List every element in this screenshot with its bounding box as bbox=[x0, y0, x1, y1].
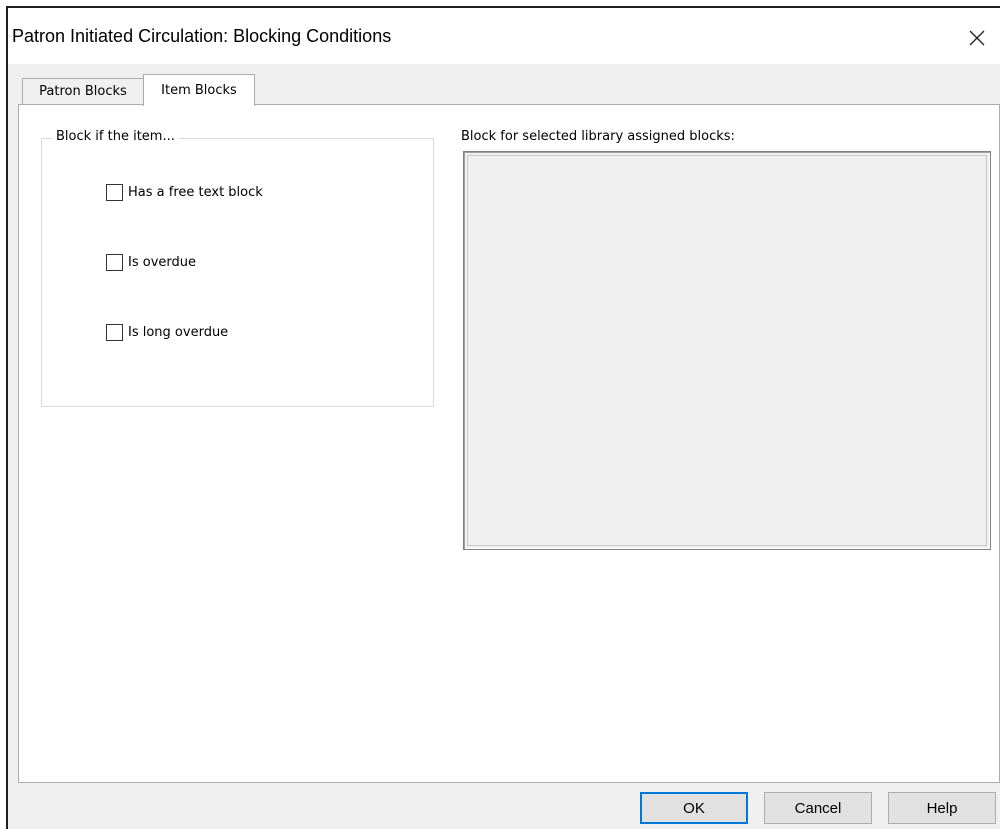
free-text-block-label: Has a free text block bbox=[128, 185, 263, 200]
cancel-button[interactable]: Cancel bbox=[764, 792, 872, 824]
tab-page-item-blocks: Block if the item... Has a free text blo… bbox=[18, 104, 1000, 783]
free-text-block-checkbox[interactable] bbox=[106, 184, 123, 201]
tab-strip: Patron Blocks Item Blocks bbox=[18, 66, 1000, 106]
overdue-checkbox[interactable] bbox=[106, 254, 123, 271]
tab-item-blocks[interactable]: Item Blocks bbox=[143, 74, 255, 106]
dialog-window: Patron Initiated Circulation: Blocking C… bbox=[6, 6, 1000, 829]
library-blocks-listbox[interactable] bbox=[463, 151, 991, 550]
library-blocks-label: Block for selected library assigned bloc… bbox=[461, 129, 735, 144]
checkbox-row-free-text-block[interactable]: Has a free text block bbox=[106, 184, 263, 201]
long-overdue-label: Is long overdue bbox=[128, 325, 229, 340]
block-if-item-group: Block if the item... Has a free text blo… bbox=[41, 129, 434, 407]
title-bar: Patron Initiated Circulation: Blocking C… bbox=[8, 8, 1000, 64]
help-button[interactable]: Help bbox=[888, 792, 996, 824]
ok-button[interactable]: OK bbox=[640, 792, 748, 824]
checkbox-row-long-overdue[interactable]: Is long overdue bbox=[106, 324, 228, 341]
window-title: Patron Initiated Circulation: Blocking C… bbox=[12, 26, 392, 46]
checkbox-row-overdue[interactable]: Is overdue bbox=[106, 254, 196, 271]
close-icon bbox=[969, 30, 985, 46]
tab-patron-blocks[interactable]: Patron Blocks bbox=[22, 78, 144, 104]
listbox-inner bbox=[467, 155, 987, 546]
overdue-label: Is overdue bbox=[128, 255, 196, 270]
long-overdue-checkbox[interactable] bbox=[106, 324, 123, 341]
close-button[interactable] bbox=[954, 16, 1000, 60]
group-title: Block if the item... bbox=[52, 129, 179, 144]
